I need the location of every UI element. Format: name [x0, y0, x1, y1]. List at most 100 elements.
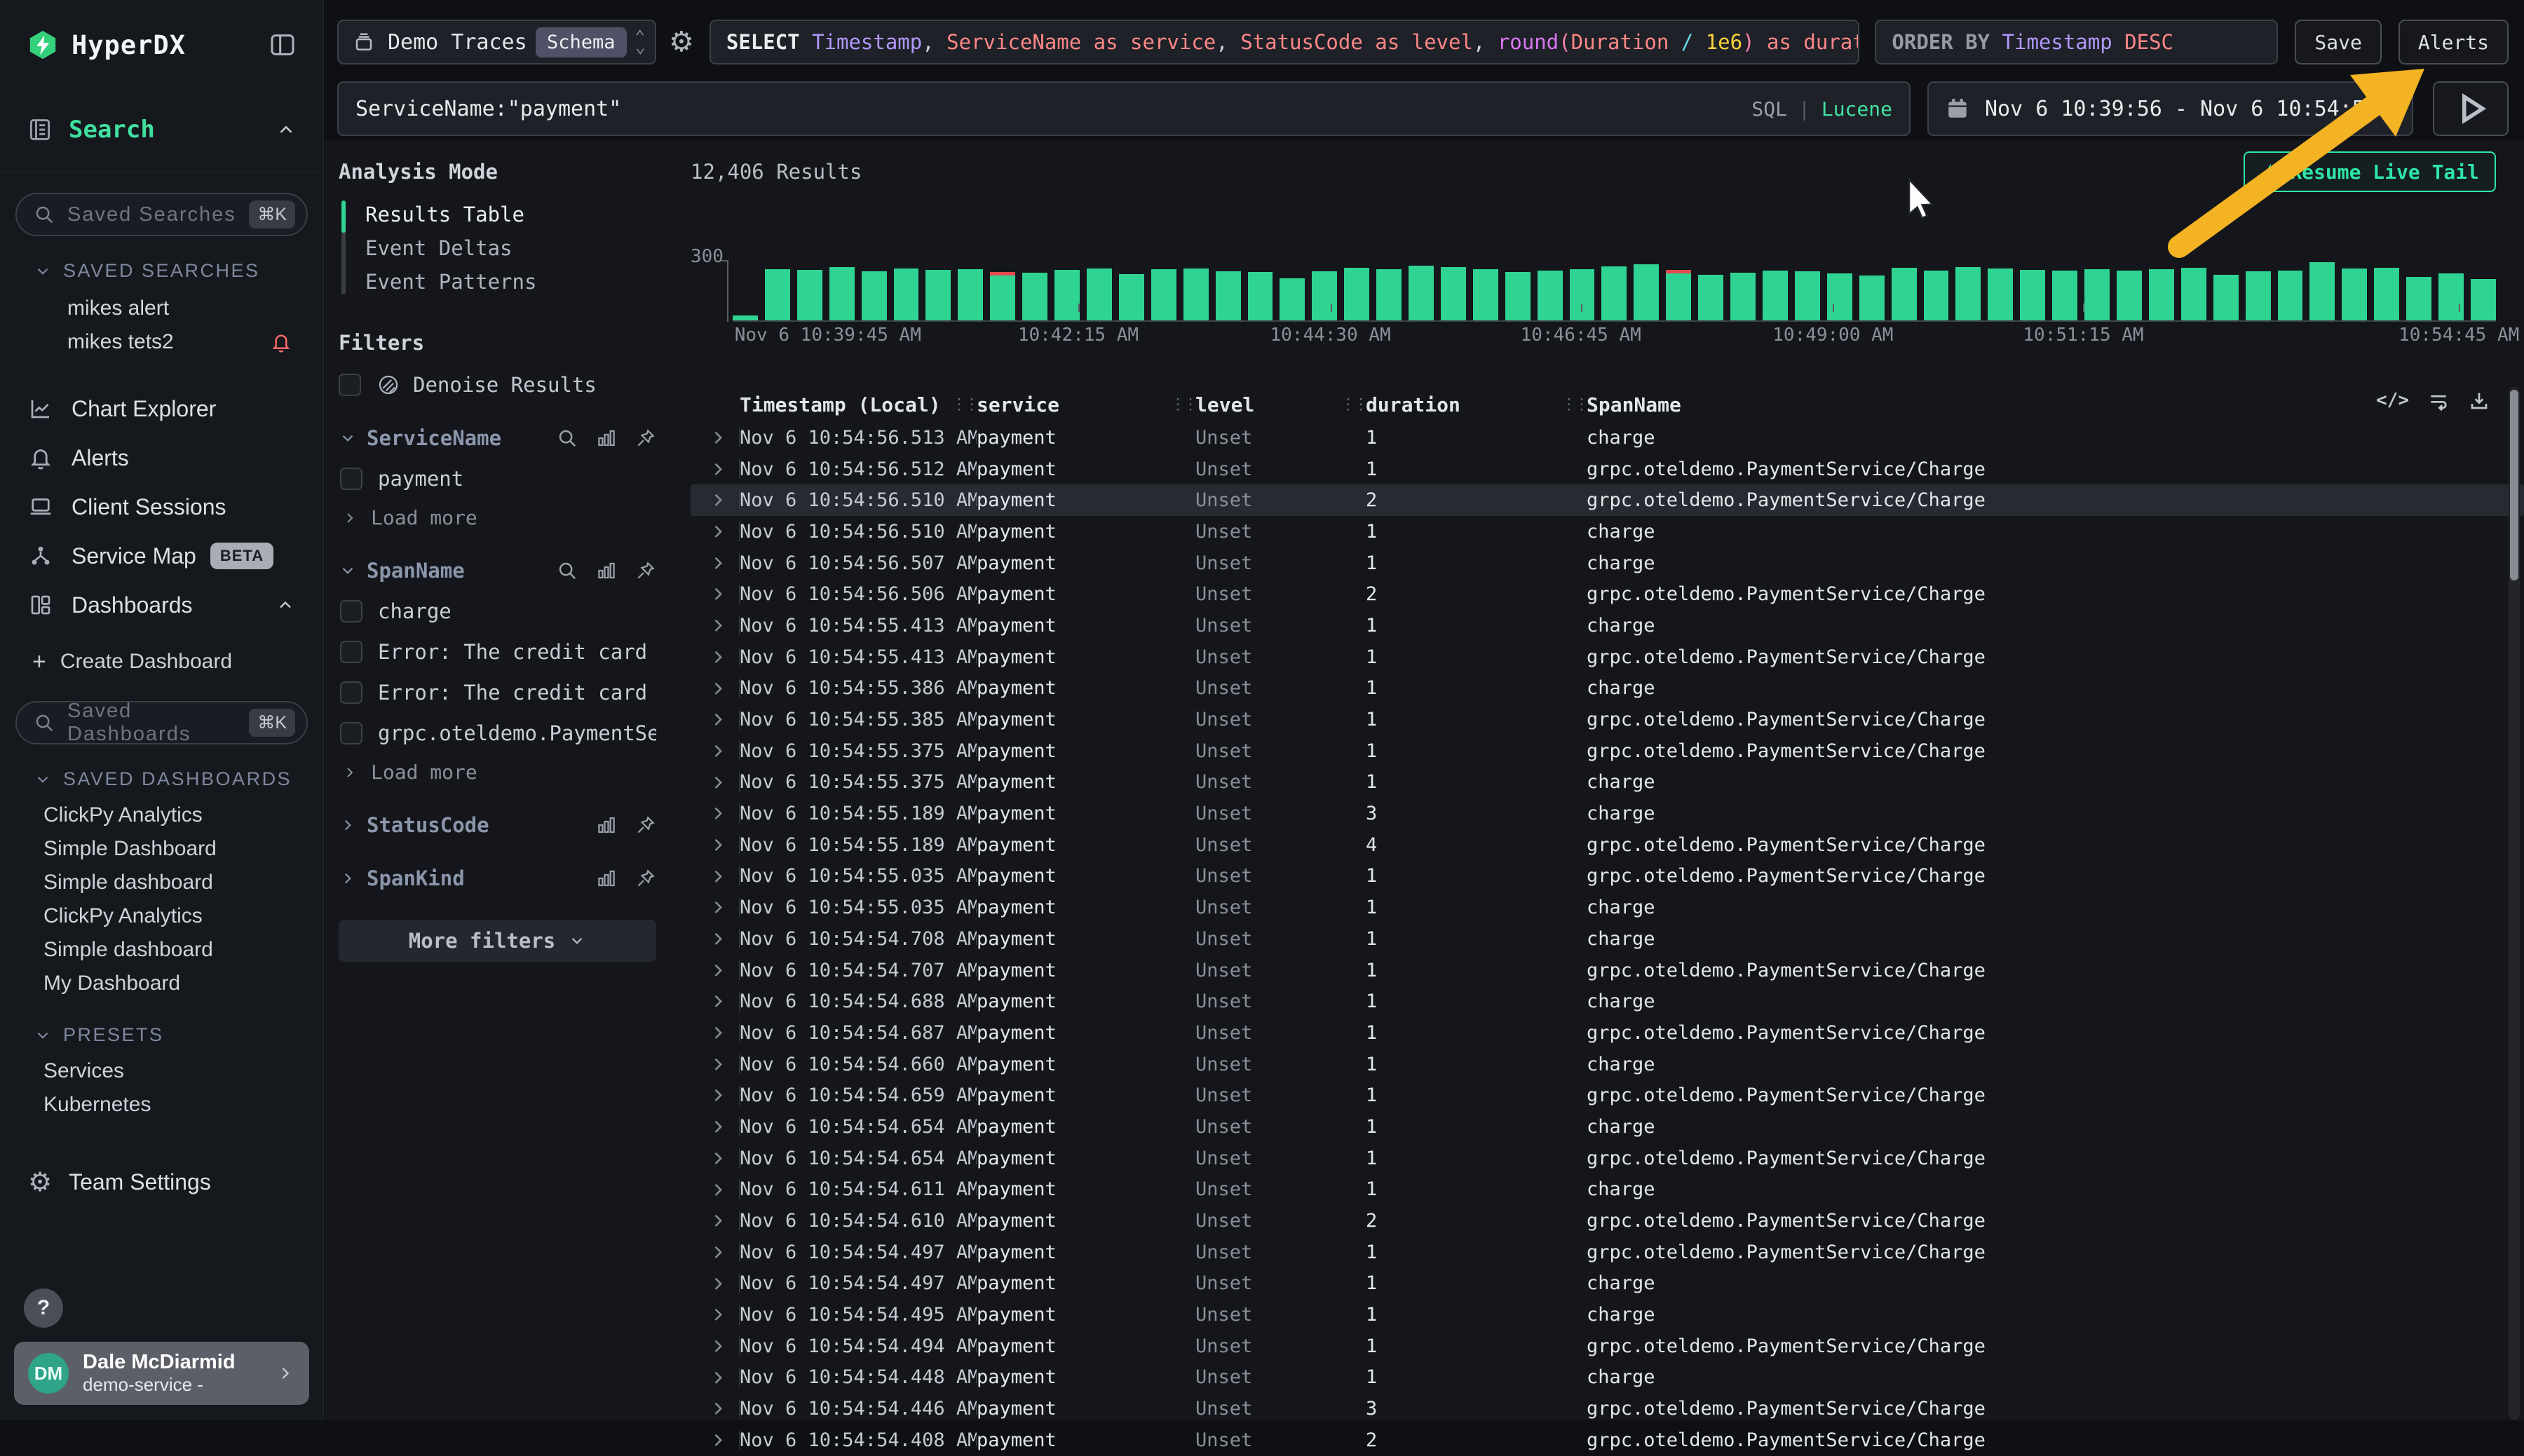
- histogram-bar[interactable]: [2438, 273, 2464, 320]
- table-row[interactable]: Nov 6 10:54:54.660 AMpaymentUnset1charge: [691, 1049, 2524, 1080]
- histogram-bar[interactable]: [1376, 269, 1402, 320]
- histogram-bar[interactable]: [1666, 270, 1691, 320]
- table-row[interactable]: Nov 6 10:54:54.654 AMpaymentUnset1charge: [691, 1111, 2524, 1143]
- pin-icon[interactable]: [635, 428, 656, 449]
- histogram-bar[interactable]: [2213, 275, 2239, 320]
- histogram-bar[interactable]: [894, 268, 919, 320]
- table-row[interactable]: Nov 6 10:54:54.659 AMpaymentUnset1grpc.o…: [691, 1080, 2524, 1111]
- table-row[interactable]: Nov 6 10:54:55.035 AMpaymentUnset1grpc.o…: [691, 861, 2524, 892]
- histogram-bar[interactable]: [829, 267, 855, 320]
- table-row[interactable]: Nov 6 10:54:55.385 AMpaymentUnset1grpc.o…: [691, 704, 2524, 735]
- row-expand-chevron[interactable]: [691, 991, 740, 1012]
- results-histogram[interactable]: 300 Nov 6 10:39:45 AM10:42:15 AM10:44:30…: [691, 192, 2496, 343]
- filter-value-row[interactable]: Error: The credit card …: [340, 681, 656, 705]
- histogram-bar[interactable]: [1955, 267, 1981, 320]
- histogram-bar[interactable]: [2246, 271, 2271, 320]
- histogram-bar[interactable]: [2471, 279, 2496, 320]
- row-expand-chevron[interactable]: [691, 1304, 740, 1326]
- row-expand-chevron[interactable]: [691, 1398, 740, 1420]
- resume-live-tail-button[interactable]: Resume Live Tail: [2244, 151, 2496, 192]
- histogram-bar[interactable]: [2052, 271, 2077, 320]
- preset-dashboard-item[interactable]: Services: [0, 1054, 323, 1088]
- drag-handle-icon[interactable]: ⋮⋮: [1170, 396, 1195, 414]
- histogram-bar[interactable]: [2181, 268, 2206, 320]
- table-row[interactable]: Nov 6 10:54:56.512 AMpaymentUnset1grpc.o…: [691, 454, 2524, 485]
- histogram-bar[interactable]: [1151, 269, 1176, 320]
- histogram-bar[interactable]: [2278, 271, 2303, 320]
- table-row[interactable]: Nov 6 10:54:55.189 AMpaymentUnset3charge: [691, 798, 2524, 829]
- histogram-bar[interactable]: [1344, 268, 1369, 320]
- filter-section-servicename[interactable]: ServiceName: [339, 426, 656, 450]
- table-row[interactable]: Nov 6 10:54:54.688 AMpaymentUnset1charge: [691, 986, 2524, 1017]
- saved-dashboard-item[interactable]: My Dashboard: [0, 967, 323, 1000]
- histogram-bar[interactable]: [765, 269, 790, 320]
- saved-dashboard-item[interactable]: Simple Dashboard: [0, 832, 323, 866]
- row-expand-chevron[interactable]: [691, 1022, 740, 1044]
- save-button[interactable]: Save: [2295, 20, 2381, 64]
- histogram-bar[interactable]: [925, 270, 951, 320]
- histogram-bar[interactable]: [1634, 264, 1659, 320]
- view-source-code-icon[interactable]: </>: [2376, 390, 2409, 412]
- row-expand-chevron[interactable]: [691, 1210, 740, 1232]
- preset-dashboard-item[interactable]: Kubernetes: [0, 1088, 323, 1122]
- search-query-input[interactable]: ServiceName:"payment" SQL | Lucene: [337, 81, 1911, 136]
- table-row[interactable]: Nov 6 10:54:54.687 AMpaymentUnset1grpc.o…: [691, 1017, 2524, 1049]
- sidebar-item-search[interactable]: Search: [0, 105, 323, 154]
- sidebar-item-client-sessions[interactable]: Client Sessions: [0, 482, 323, 531]
- saved-dashboard-item[interactable]: ClickPy Analytics: [0, 798, 323, 832]
- table-row[interactable]: Nov 6 10:54:55.413 AMpaymentUnset1grpc.o…: [691, 641, 2524, 673]
- sidebar-item-alerts[interactable]: Alerts: [0, 433, 323, 482]
- saved-dashboards-section-header[interactable]: SAVED DASHBOARDS: [34, 768, 323, 790]
- row-expand-chevron[interactable]: [691, 1116, 740, 1138]
- histogram-bar[interactable]: [1924, 271, 1949, 320]
- row-expand-chevron[interactable]: [691, 458, 740, 480]
- presets-section-header[interactable]: PRESETS: [34, 1024, 323, 1046]
- chart-icon[interactable]: [596, 815, 617, 836]
- vertical-scrollbar[interactable]: [2509, 387, 2520, 1420]
- histogram-bar[interactable]: [2149, 269, 2174, 320]
- data-source-select[interactable]: Demo Traces Schema ⌃⌃: [337, 20, 656, 64]
- denoise-results-row[interactable]: Denoise Results: [339, 373, 656, 397]
- saved-search-item[interactable]: mikes alert: [0, 292, 323, 325]
- row-expand-chevron[interactable]: [691, 897, 740, 918]
- histogram-bar[interactable]: [2309, 262, 2335, 320]
- row-expand-chevron[interactable]: [691, 1241, 740, 1263]
- histogram-bar[interactable]: [733, 315, 758, 320]
- row-expand-chevron[interactable]: [691, 740, 740, 762]
- row-expand-chevron[interactable]: [691, 1084, 740, 1106]
- histogram-bar[interactable]: [1795, 271, 1820, 320]
- histogram-bar[interactable]: [2374, 268, 2399, 320]
- histogram-bar[interactable]: [1248, 272, 1273, 320]
- histogram-bar[interactable]: [1698, 275, 1723, 320]
- histogram-bar[interactable]: [1441, 267, 1466, 320]
- row-expand-chevron[interactable]: [691, 1179, 740, 1201]
- order-by-editor[interactable]: ORDER BY Timestamp DESC: [1875, 20, 2278, 64]
- more-filters-button[interactable]: More filters: [339, 920, 656, 962]
- histogram-bar[interactable]: [1892, 268, 1917, 320]
- histogram-bar[interactable]: [1280, 278, 1305, 320]
- histogram-bar[interactable]: [1601, 266, 1627, 320]
- search-icon[interactable]: [557, 428, 578, 449]
- table-row[interactable]: Nov 6 10:54:54.494 AMpaymentUnset1grpc.o…: [691, 1331, 2524, 1362]
- sidebar-item-service-map[interactable]: Service MapBETA: [0, 531, 323, 580]
- chart-icon[interactable]: [596, 560, 617, 581]
- row-expand-chevron[interactable]: [691, 678, 740, 700]
- load-more-button[interactable]: Load more: [341, 761, 656, 784]
- table-row[interactable]: Nov 6 10:54:55.386 AMpaymentUnset1charge: [691, 673, 2524, 705]
- saved-dashboard-item[interactable]: Simple dashboard: [0, 866, 323, 899]
- table-row[interactable]: Nov 6 10:54:56.510 AMpaymentUnset2grpc.o…: [691, 484, 2524, 516]
- date-range-picker[interactable]: Nov 6 10:39:56 - Nov 6 10:54:56: [1927, 81, 2413, 136]
- histogram-bar[interactable]: [2342, 268, 2367, 320]
- table-row[interactable]: Nov 6 10:54:54.495 AMpaymentUnset1charge: [691, 1299, 2524, 1331]
- saved-dashboard-item[interactable]: ClickPy Analytics: [0, 899, 323, 933]
- row-expand-chevron[interactable]: [691, 489, 740, 511]
- drag-handle-icon[interactable]: ⋮⋮: [1341, 396, 1366, 414]
- load-more-button[interactable]: Load more: [341, 506, 656, 529]
- histogram-bar[interactable]: [862, 271, 887, 320]
- histogram-bar[interactable]: [2084, 269, 2110, 320]
- filter-value-checkbox[interactable]: [340, 722, 362, 744]
- table-row[interactable]: Nov 6 10:54:55.413 AMpaymentUnset1charge: [691, 610, 2524, 641]
- create-dashboard-button[interactable]: + Create Dashboard: [32, 642, 323, 681]
- histogram-bar[interactable]: [1022, 273, 1047, 320]
- filter-value-row[interactable]: payment: [340, 467, 656, 491]
